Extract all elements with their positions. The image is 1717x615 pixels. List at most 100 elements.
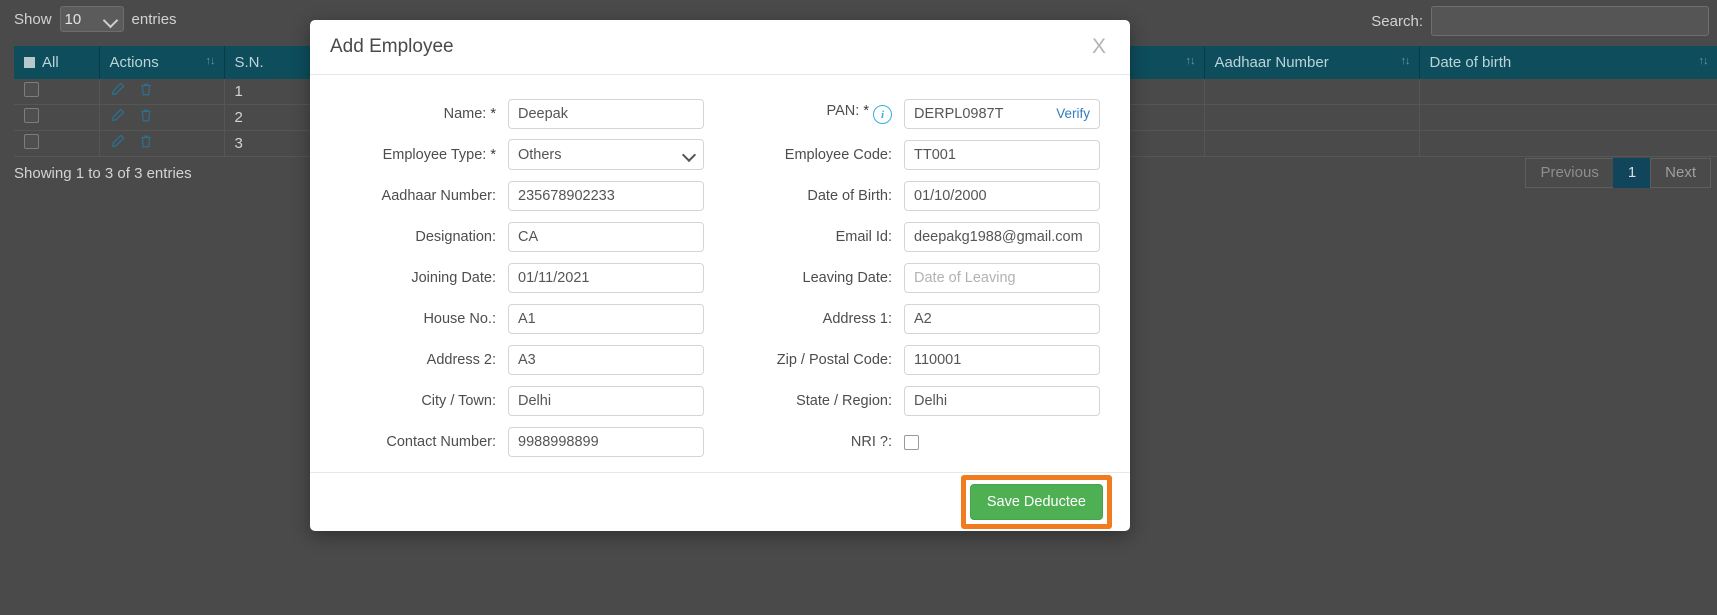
row-select-cell[interactable]	[14, 79, 100, 105]
modal-footer: Save Deductee	[310, 472, 1130, 531]
address-2-input[interactable]	[508, 344, 704, 375]
entries-label-before: Show	[14, 10, 52, 28]
field-pan: PAN: *i Verify	[720, 93, 1116, 134]
verify-pan-link[interactable]: Verify	[1056, 106, 1090, 121]
required-marker: *	[490, 146, 496, 163]
pagination: Previous 1 Next	[1525, 158, 1711, 188]
field-label: State / Region:	[796, 392, 892, 409]
pencil-icon[interactable]	[110, 134, 125, 153]
sort-icon[interactable]: ↑↓	[206, 55, 216, 67]
search-control: Search:	[1371, 6, 1709, 36]
modal-title: Add Employee	[330, 36, 454, 57]
address-1-input[interactable]	[904, 303, 1100, 334]
pencil-icon[interactable]	[110, 108, 125, 127]
row-dob-cell	[1419, 79, 1717, 105]
save-button-highlight: Save Deductee	[960, 475, 1112, 529]
required-marker: *	[490, 105, 496, 122]
field-label: Zip / Postal Code:	[776, 351, 892, 368]
field-label: Designation:	[415, 228, 496, 245]
add-employee-modal: Add Employee X Name: * Employee Type: * …	[310, 20, 1130, 531]
row-checkbox[interactable]	[24, 134, 39, 149]
field-leaving-date: Leaving Date:	[720, 257, 1116, 298]
modal-header: Add Employee X	[310, 20, 1130, 75]
field-label: Contact Number:	[386, 433, 496, 450]
column-label: Date of birth	[1429, 54, 1512, 71]
row-actions-cell	[99, 79, 225, 105]
column-label: Actions	[109, 54, 159, 71]
aadhaar-number-input[interactable]	[508, 180, 704, 211]
save-deductee-button[interactable]: Save Deductee	[969, 484, 1103, 520]
contact-number-input[interactable]	[508, 426, 704, 457]
select-all-checkbox[interactable]	[24, 57, 35, 68]
zip-postal-code-input[interactable]	[904, 344, 1100, 375]
close-icon[interactable]: X	[1086, 32, 1112, 61]
field-name: Name: *	[324, 93, 720, 134]
state-region-input[interactable]	[904, 385, 1100, 416]
row-checkbox[interactable]	[24, 108, 39, 123]
search-label: Search:	[1371, 12, 1423, 30]
city-town-input[interactable]	[508, 385, 704, 416]
column-header-aadhaar[interactable]: Aadhaar Number ↑↓	[1204, 46, 1420, 79]
sort-icon[interactable]: ↑↓	[1401, 55, 1411, 67]
column-header-dob[interactable]: Date of birth ↑↓	[1419, 46, 1717, 79]
field-address-2: Address 2:	[324, 339, 720, 380]
trash-icon[interactable]	[139, 82, 153, 101]
column-label: S.N.	[234, 54, 264, 71]
row-aadhaar-cell	[1204, 79, 1420, 105]
column-header-all[interactable]: All	[14, 46, 100, 79]
field-label: Address 1:	[822, 310, 892, 327]
employee-type-select[interactable]: Others	[508, 139, 704, 170]
field-joining-date: Joining Date:	[324, 257, 720, 298]
row-select-cell[interactable]	[14, 104, 100, 131]
nri-checkbox[interactable]	[904, 434, 919, 450]
field-date-of-birth: Date of Birth:	[720, 175, 1116, 216]
entries-select[interactable]: 10	[59, 6, 124, 32]
field-city-town: City / Town:	[324, 380, 720, 421]
column-label: Aadhaar Number	[1214, 54, 1329, 71]
entries-label-after: entries	[131, 10, 177, 28]
joining-date-input[interactable]	[508, 262, 704, 293]
field-address-1: Address 1:	[720, 298, 1116, 339]
row-aadhaar-cell	[1204, 104, 1420, 131]
row-dob-cell	[1419, 104, 1717, 131]
entries-length-control: Show 10 entries	[14, 6, 177, 32]
required-marker: *	[863, 102, 869, 119]
date-of-birth-input[interactable]	[904, 180, 1100, 211]
field-email-id: Email Id:	[720, 216, 1116, 257]
info-icon[interactable]: i	[873, 105, 892, 125]
field-label: Aadhaar Number:	[381, 187, 496, 204]
sort-icon[interactable]: ↑↓	[1699, 55, 1709, 67]
row-select-cell[interactable]	[14, 130, 100, 157]
form-column-left: Name: * Employee Type: * Others	[324, 93, 720, 462]
employee-type-select-wrapper[interactable]: Others	[508, 139, 704, 170]
field-zip-postal-code: Zip / Postal Code:	[720, 339, 1116, 380]
field-label: Email Id:	[835, 228, 892, 245]
name-input[interactable]	[508, 98, 704, 129]
pencil-icon[interactable]	[110, 82, 125, 101]
field-label: Employee Code:	[784, 146, 892, 163]
field-label: Address 2:	[426, 351, 496, 368]
row-actions-cell	[99, 104, 225, 131]
trash-icon[interactable]	[139, 108, 153, 127]
row-actions-cell	[99, 130, 225, 157]
designation-input[interactable]	[508, 221, 704, 252]
employee-code-input[interactable]	[904, 139, 1100, 170]
trash-icon[interactable]	[139, 134, 153, 153]
pagination-previous[interactable]: Previous	[1525, 158, 1613, 188]
house-no-input[interactable]	[508, 303, 704, 334]
pagination-page-1[interactable]: 1	[1612, 158, 1651, 188]
search-input[interactable]	[1431, 6, 1709, 36]
row-checkbox[interactable]	[24, 82, 39, 97]
modal-body: Name: * Employee Type: * Others	[310, 75, 1130, 472]
pagination-next[interactable]: Next	[1650, 158, 1711, 188]
field-contact-number: Contact Number:	[324, 421, 720, 462]
field-aadhaar-number: Aadhaar Number:	[324, 175, 720, 216]
leaving-date-input[interactable]	[904, 262, 1100, 293]
email-id-input[interactable]	[904, 221, 1100, 252]
entries-select-wrapper[interactable]: 10	[59, 6, 124, 32]
sort-icon[interactable]: ↑↓	[1186, 55, 1196, 67]
form-column-right: PAN: *i Verify Employee Code: Date of Bi…	[720, 93, 1116, 462]
column-header-actions[interactable]: Actions ↑↓	[99, 46, 225, 79]
field-label: Name: *	[443, 105, 496, 122]
field-label: Employee Type: *	[382, 146, 496, 163]
